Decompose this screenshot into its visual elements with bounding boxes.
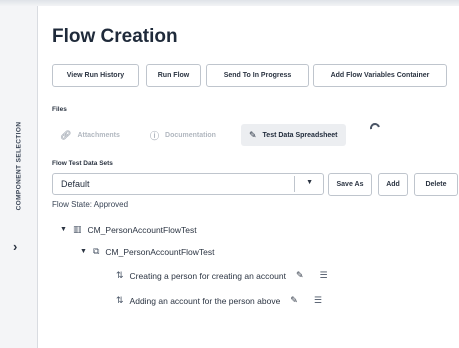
tree-child-row[interactable]: ▼ ⧉ CM_PersonAccountFlowTest	[80, 246, 215, 257]
tree-child-label: CM_PersonAccountFlowTest	[105, 246, 215, 257]
tab-documentation[interactable]: ⓘ Documentation	[142, 124, 224, 146]
step-icon: ⇅	[116, 295, 124, 305]
sub-flow-icon: ⧉	[92, 246, 100, 256]
edit-pencil-icon[interactable]: ✎	[290, 295, 298, 306]
test-data-set-select[interactable]: Default ▼	[52, 173, 324, 195]
tab-documentation-label: Documentation	[165, 131, 216, 139]
test-data-set-value: Default	[61, 179, 90, 189]
flow-test-data-sets-label: Flow Test Data Sets	[52, 160, 113, 167]
tree-root-label: CM_PersonAccountFlowTest	[87, 224, 197, 235]
add-button[interactable]: Add	[378, 173, 408, 196]
pencil-icon: ✎	[249, 129, 257, 140]
tree-root-row[interactable]: ▼ ▥ CM_PersonAccountFlowTest	[60, 224, 197, 235]
list-view-icon[interactable]: ☰	[320, 270, 328, 281]
tab-attachments-label: Attachments	[77, 131, 120, 139]
tab-test-data-spreadsheet[interactable]: ✎ Test Data Spreadsheet	[241, 124, 346, 146]
chevron-down-icon: ▼	[306, 179, 313, 186]
main-panel: Flow Creation View Run History Run Flow …	[38, 6, 459, 348]
edit-pencil-icon[interactable]: ✎	[296, 270, 304, 281]
info-icon: ⓘ	[150, 130, 160, 141]
run-flow-button[interactable]: Run Flow	[146, 64, 201, 87]
tab-test-data-spreadsheet-label: Test Data Spreadsheet	[262, 131, 338, 139]
delete-button[interactable]: Delete	[414, 173, 458, 196]
view-run-history-button[interactable]: View Run History	[52, 64, 139, 87]
component-selection-rail[interactable]: COMPONENT SELECTION ›	[0, 6, 38, 348]
component-selection-label: COMPONENT SELECTION	[15, 121, 23, 211]
flow-icon: ▥	[72, 224, 82, 234]
expand-chevron-icon[interactable]: ›	[13, 239, 17, 254]
collapse-triangle-icon[interactable]: ▼	[80, 248, 87, 255]
select-divider	[294, 176, 295, 192]
paperclip-icon: 🔗︎	[60, 129, 72, 140]
tab-attachments[interactable]: 🔗︎ Attachments	[52, 124, 128, 146]
page-title: Flow Creation	[52, 26, 178, 47]
tree-step-label: Creating a person for creating an accoun…	[129, 270, 286, 281]
files-label: Files	[52, 106, 67, 113]
list-view-icon[interactable]: ☰	[314, 295, 322, 306]
save-as-button[interactable]: Save As	[328, 173, 372, 196]
tree-step-row[interactable]: ⇅ Adding an account for the person above…	[116, 295, 322, 306]
tree-step-row[interactable]: ⇅ Creating a person for creating an acco…	[116, 270, 328, 281]
add-flow-variables-container-button[interactable]: Add Flow Variables Container	[313, 64, 447, 87]
tree-step-label: Adding an account for the person above	[129, 295, 281, 306]
send-to-in-progress-button[interactable]: Send To In Progress	[206, 64, 309, 87]
step-icon: ⇅	[116, 270, 124, 280]
collapse-triangle-icon[interactable]: ▼	[60, 226, 67, 233]
flow-state: Flow State: Approved	[52, 200, 129, 209]
loading-spinner-icon	[368, 121, 382, 135]
